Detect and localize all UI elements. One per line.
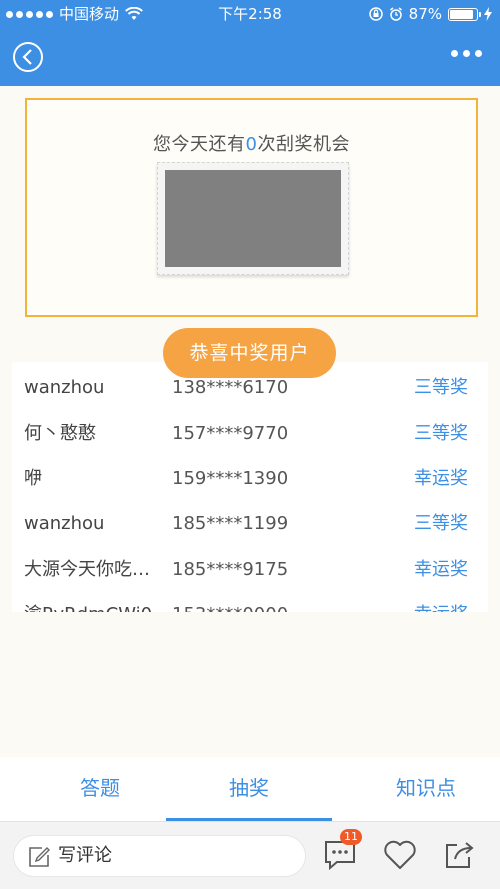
more-dot-icon [475, 50, 482, 57]
winners-list: wanzhou 138****6170 三等奖 何丶憨憨 157****9770… [12, 362, 488, 612]
winner-phone: 153****0000 [172, 592, 288, 612]
scratch-area[interactable] [165, 170, 341, 267]
scratch-chances-count: 0 [245, 134, 258, 155]
charging-icon [484, 7, 492, 21]
status-bar: 中国移动 下午2:58 87% [0, 0, 500, 28]
winner-name: wanzhou [24, 377, 105, 398]
winner-prize: 幸运奖 [414, 468, 468, 489]
share-icon[interactable] [443, 839, 477, 871]
scratch-ticket [157, 162, 349, 275]
rotation-lock-icon [368, 7, 383, 21]
more-dot-icon [451, 50, 458, 57]
winner-name: wanzhou [24, 513, 105, 534]
comment-bar: 写评论 11 [0, 821, 500, 889]
app-header: 中国移动 下午2:58 87% [0, 0, 500, 86]
edit-icon [29, 847, 50, 867]
winner-name: 渝RyRdmCWi0 [24, 592, 164, 612]
winner-prize: 幸运奖 [414, 559, 468, 580]
scratch-chances-text: 您今天还有0次刮奖机会 [27, 130, 476, 156]
winner-row: 大源今天你吃… 185****9175 幸运奖 [12, 547, 488, 593]
more-options-button[interactable] [451, 50, 482, 57]
winner-phone: 159****1390 [172, 468, 289, 489]
scratch-card: 您今天还有0次刮奖机会 [25, 98, 478, 317]
scratch-title-prefix: 您今天还有 [153, 134, 246, 155]
winner-phone: 185****9175 [172, 559, 289, 580]
battery-icon [448, 7, 481, 21]
alarm-icon [389, 7, 402, 21]
winner-name: 大源今天你吃… [24, 559, 150, 580]
winner-prize: 三等奖 [414, 377, 468, 398]
scratch-title-suffix: 次刮奖机会 [257, 134, 350, 155]
back-button[interactable] [13, 42, 43, 72]
winner-name: 咿 [24, 468, 42, 489]
winner-row: 咿 159****1390 幸运奖 [12, 456, 488, 502]
winner-row: 渝RyRdmCWi0 153****0000 幸运奖 [12, 592, 488, 612]
battery-percent: 87% [408, 5, 442, 23]
comment-placeholder: 写评论 [58, 845, 112, 866]
comment-count-badge: 11 [340, 829, 362, 845]
winner-prize: 三等奖 [414, 513, 468, 534]
winner-phone: 157****9770 [172, 423, 289, 444]
winner-row: wanzhou 185****1199 三等奖 [12, 501, 488, 547]
heart-icon[interactable] [383, 839, 417, 871]
tab-answer[interactable]: 答题 [17, 757, 183, 821]
winner-name: 何丶憨憨 [24, 423, 96, 444]
chevron-left-icon [22, 49, 32, 65]
status-right: 87% [368, 0, 492, 28]
tab-knowledge[interactable]: 知识点 [343, 757, 500, 821]
tab-draw[interactable]: 抽奖 [166, 757, 332, 821]
more-dot-icon [463, 50, 470, 57]
tab-bar: 答题 抽奖 知识点 [0, 757, 500, 821]
winner-prize: 三等奖 [414, 423, 468, 444]
comment-input[interactable]: 写评论 [13, 835, 306, 877]
winners-label: 恭喜中奖用户 [163, 328, 336, 378]
battery-level [450, 9, 473, 19]
winner-row: 何丶憨憨 157****9770 三等奖 [12, 411, 488, 457]
winner-phone: 185****1199 [172, 513, 289, 534]
winner-prize: 幸运奖 [414, 592, 468, 612]
